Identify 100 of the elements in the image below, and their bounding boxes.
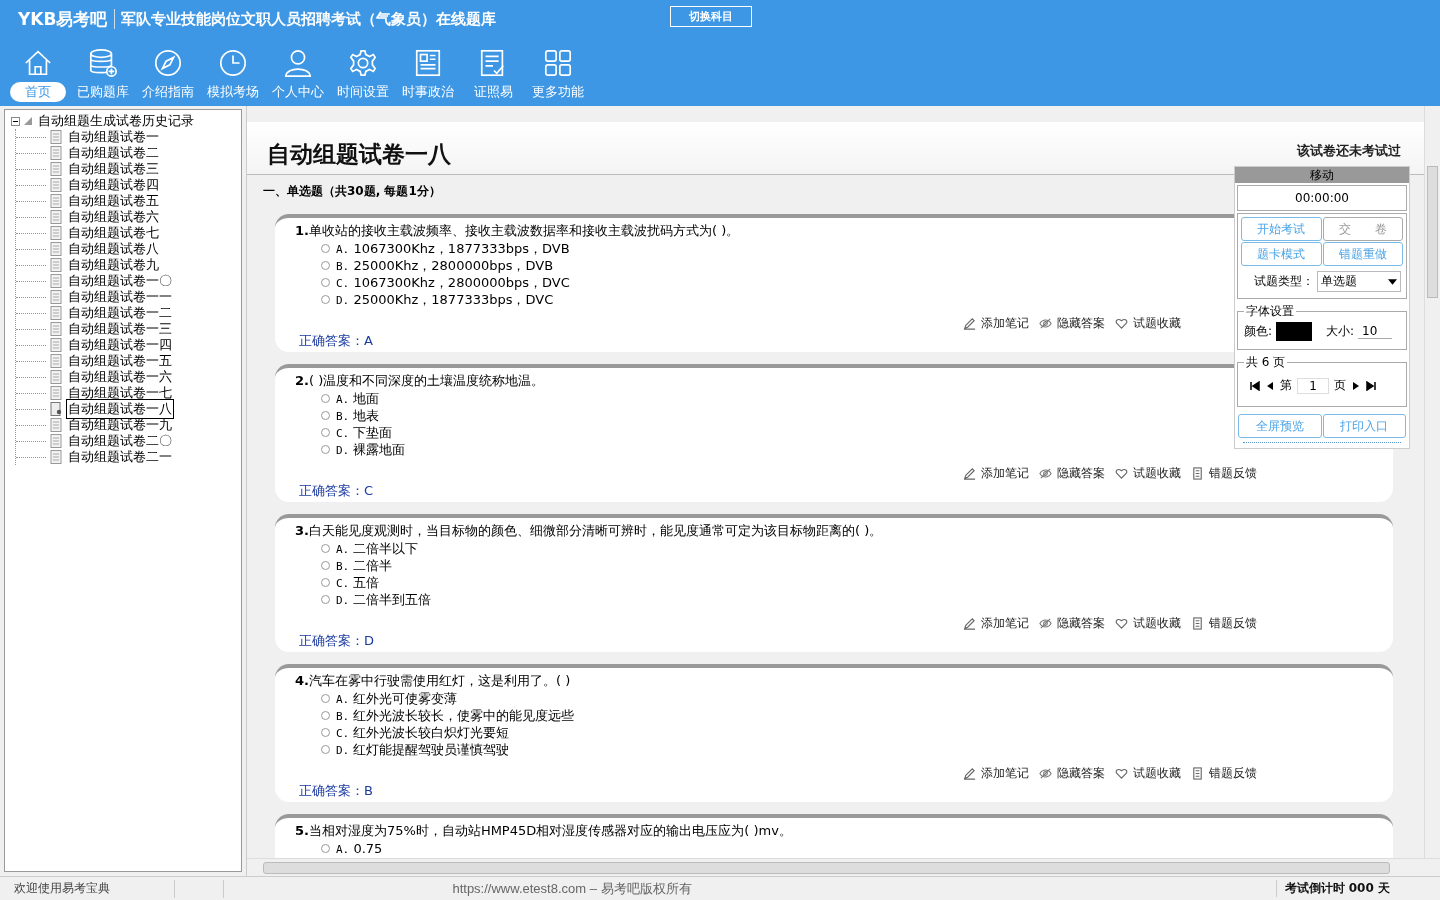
document-icon [50, 162, 62, 176]
option-text[interactable]: C. 下垫面 [336, 423, 393, 442]
option-text[interactable]: A. 地面 [336, 389, 380, 408]
resize-handle[interactable] [1243, 442, 1401, 445]
option-text[interactable]: D. 25000Khz，1877333bps，DVC [336, 290, 554, 309]
vertical-scrollbar[interactable] [1424, 106, 1440, 859]
action-link[interactable]: 添加笔记 [981, 615, 1029, 632]
action-link[interactable]: 添加笔记 [981, 765, 1029, 782]
question-text: 4.汽车在雾中行驶需使用红灯，这是利用了。( ) [295, 672, 571, 690]
timer-display: 00:00:00 [1237, 185, 1407, 211]
action-link[interactable]: 错题反馈 [1209, 765, 1257, 782]
option-text[interactable]: B. 地表 [336, 406, 380, 425]
color-label: 颜色: [1244, 323, 1273, 340]
document-icon [50, 434, 62, 448]
status-copyright: https://www.etest8.com – 易考吧版权所有 [451, 879, 693, 898]
horizontal-scrollbar[interactable] [247, 858, 1440, 876]
radio-button[interactable] [321, 844, 330, 853]
action-link[interactable]: 隐藏答案 [1057, 465, 1105, 482]
radio-button[interactable] [321, 428, 330, 437]
action-link[interactable]: 错题反馈 [1209, 615, 1257, 632]
action-link[interactable]: 试题收藏 [1133, 615, 1181, 632]
next-page-icon[interactable] [1351, 380, 1361, 391]
clock-icon [218, 48, 248, 78]
newspaper-icon [413, 48, 443, 78]
action-link[interactable]: 试题收藏 [1133, 315, 1181, 332]
action-link[interactable]: 试题收藏 [1133, 465, 1181, 482]
note-icon [1191, 617, 1204, 630]
option-text[interactable]: A. 红外光可使雾变薄 [336, 689, 458, 708]
last-page-icon[interactable] [1366, 380, 1376, 391]
action-link[interactable]: 隐藏答案 [1057, 765, 1105, 782]
eye-icon [1039, 767, 1052, 780]
first-page-icon[interactable] [1250, 380, 1260, 391]
size-field[interactable]: 10 [1358, 324, 1393, 339]
status-welcome: 欢迎使用易考宝典 [13, 880, 111, 897]
radio-button[interactable] [321, 295, 330, 304]
eye-icon [1039, 317, 1052, 330]
radio-button[interactable] [321, 694, 330, 703]
radio-button[interactable] [321, 544, 330, 553]
radio-button[interactable] [321, 711, 330, 720]
heart-icon [1115, 617, 1128, 630]
document-icon [50, 306, 62, 320]
heart-icon [1115, 467, 1128, 480]
type-dropdown[interactable]: 单选题 [1317, 271, 1401, 292]
option-text[interactable]: C. 五倍 [336, 573, 380, 592]
radio-button[interactable] [321, 561, 330, 570]
status-countdown: 考试倒计时 000 天 [1275, 880, 1390, 897]
action-link[interactable]: 添加笔记 [981, 315, 1029, 332]
correct-answer: 正确答案：A [299, 332, 373, 350]
action-link[interactable]: 试题收藏 [1133, 765, 1181, 782]
document-icon [50, 242, 62, 256]
radio-button[interactable] [321, 578, 330, 587]
document-icon [50, 354, 62, 368]
option-text[interactable]: A. 0.75 [336, 841, 383, 856]
radio-button[interactable] [321, 595, 330, 604]
section-heading: 一、单选题（共30题, 每题1分） [263, 183, 441, 200]
correct-answer: 正确答案：C [299, 482, 374, 500]
compass-icon [153, 48, 183, 78]
correct-answer: 正确答案：B [299, 782, 373, 800]
action-link[interactable]: 隐藏答案 [1057, 315, 1105, 332]
radio-button[interactable] [321, 728, 330, 737]
person-icon [283, 48, 313, 78]
size-label: 大小: [1326, 323, 1355, 340]
note-icon [1191, 467, 1204, 480]
option-text[interactable]: A. 二倍半以下 [336, 539, 419, 558]
pencil-icon [963, 767, 976, 780]
option-text[interactable]: C. 红外光波长较白炽灯光要短 [336, 723, 510, 742]
page-field[interactable]: 1 [1297, 377, 1329, 394]
question-text: 5.当相对湿度为75%时，自动站HMP45D相对湿度传感器对应的输出电压应为( )mv。 [295, 822, 792, 840]
radio-button[interactable] [321, 411, 330, 420]
radio-button[interactable] [321, 261, 330, 270]
action-link[interactable]: 添加笔记 [981, 465, 1029, 482]
move-handle[interactable]: 移动 [1235, 167, 1409, 183]
option-text[interactable]: A. 1067300Khz，1877333bps，DVB [336, 239, 570, 258]
radio-button[interactable] [321, 278, 330, 287]
eye-icon [1039, 467, 1052, 480]
collapse-icon[interactable] [11, 116, 20, 126]
document-icon [50, 290, 62, 304]
radio-button[interactable] [321, 745, 330, 754]
action-link[interactable]: 隐藏答案 [1057, 615, 1105, 632]
pencil-icon [963, 317, 976, 330]
action-link[interactable]: 错题反馈 [1209, 465, 1257, 482]
option-text[interactable]: B. 红外光波长较长，使雾中的能见度远些 [336, 706, 575, 725]
database-icon [88, 48, 118, 78]
document-icon [50, 210, 62, 224]
document-icon [50, 178, 62, 192]
previous-page-icon[interactable] [1265, 380, 1275, 391]
radio-button[interactable] [321, 445, 330, 454]
document-icon [50, 322, 62, 336]
option-text[interactable]: B. 二倍半 [336, 556, 393, 575]
radio-button[interactable] [321, 394, 330, 403]
radio-button[interactable] [321, 244, 330, 253]
option-text[interactable]: B. 25000Khz，2800000bps，DVB [336, 256, 554, 275]
color-swatch[interactable] [1276, 322, 1313, 341]
pencil-icon [963, 617, 976, 630]
option-text[interactable]: D. 红灯能提醒驾驶员谨慎驾驶 [336, 740, 510, 759]
document-pin-icon [50, 402, 62, 416]
option-text[interactable]: D. 二倍半到五倍 [336, 590, 432, 609]
option-text[interactable]: D. 裸露地面 [336, 440, 406, 459]
option-text[interactable]: C. 1067300Khz，2800000bps，DVC [336, 273, 570, 292]
tree-item[interactable]: 自动组题试卷一八 [66, 399, 174, 419]
